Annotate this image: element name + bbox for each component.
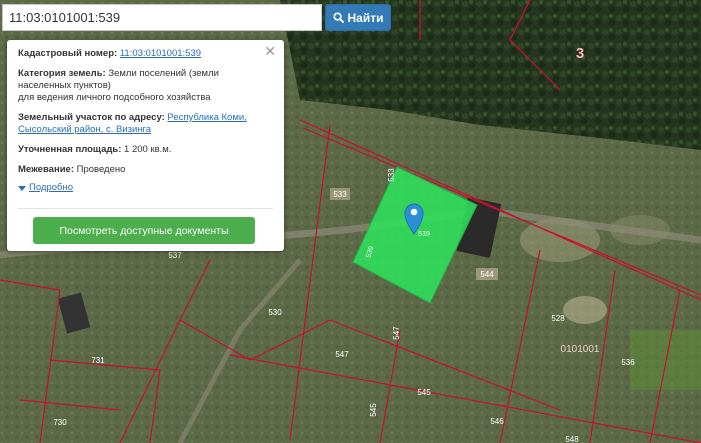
parcel-label: 528 bbox=[551, 314, 565, 323]
parcel-label: 545 bbox=[417, 388, 431, 397]
cadastral-link[interactable]: 11:03:0101001:539 bbox=[120, 48, 201, 59]
parcel-label: 545 bbox=[369, 403, 378, 417]
survey-value: Проведено bbox=[76, 164, 126, 175]
parcel-label: 730 bbox=[53, 418, 67, 427]
category-value: населенных пунктов) bbox=[18, 80, 111, 91]
parcel-label: 547 bbox=[392, 326, 401, 340]
address-label: Земельный участок по адресу: bbox=[18, 112, 165, 123]
details-toggle[interactable]: Подробно bbox=[18, 182, 273, 194]
address-row: Земельный участок по адресу: Республика … bbox=[18, 112, 273, 136]
search-icon bbox=[332, 12, 344, 23]
zone-label: 3 bbox=[576, 45, 584, 62]
search-button-label: Найти bbox=[347, 10, 384, 25]
area-label: Уточненная площадь: bbox=[18, 144, 122, 155]
parcel-label: 548 bbox=[565, 435, 579, 443]
search-button[interactable]: Найти bbox=[325, 4, 391, 31]
cadastral-row: Кадастровый номер: 11:03:0101001:539 bbox=[18, 48, 273, 60]
triangle-down-icon bbox=[18, 185, 26, 191]
category-value: Земли поселений (земли bbox=[108, 68, 219, 79]
address-link[interactable]: Сысольский район, с. Визинга bbox=[18, 124, 151, 135]
view-documents-button[interactable]: Посмотреть доступные документы bbox=[33, 217, 255, 244]
category-label: Категория земель: bbox=[18, 68, 106, 79]
parcel-label: 544 bbox=[480, 270, 494, 279]
parcel-label: 536 bbox=[621, 358, 635, 367]
category-row: Категория земель: Земли поселений (земли… bbox=[18, 68, 273, 104]
parcel-label: 533 bbox=[333, 190, 347, 199]
parcel-label: 547 bbox=[335, 350, 349, 359]
survey-label: Межевание: bbox=[18, 164, 74, 175]
parcel-label: 539 bbox=[418, 231, 430, 238]
search-input[interactable] bbox=[3, 5, 321, 30]
area-row: Уточненная площадь: 1 200 кв.м. bbox=[18, 144, 273, 156]
search-box[interactable] bbox=[2, 4, 322, 31]
cadastral-label: Кадастровый номер: bbox=[18, 48, 118, 59]
parcel-label: 546 bbox=[490, 417, 504, 426]
block-label: 0101001 bbox=[561, 344, 600, 355]
parcel-info-popup: ✕ Кадастровый номер: 11:03:0101001:539 К… bbox=[7, 40, 284, 251]
parcel-label: 533 bbox=[387, 168, 396, 182]
survey-row: Межевание: Проведено bbox=[18, 164, 273, 176]
category-value: для ведения личного подсобного хозяйства bbox=[18, 92, 211, 103]
parcel-label: 731 bbox=[91, 356, 105, 365]
parcel-label: 530 bbox=[268, 308, 282, 317]
close-icon[interactable]: ✕ bbox=[264, 44, 276, 58]
parcel-label: 537 bbox=[168, 251, 182, 260]
details-link[interactable]: Подробно bbox=[29, 182, 73, 194]
area-value: 1 200 кв.м. bbox=[124, 144, 172, 155]
divider bbox=[18, 208, 273, 209]
address-link[interactable]: Республика Коми, bbox=[167, 112, 246, 123]
